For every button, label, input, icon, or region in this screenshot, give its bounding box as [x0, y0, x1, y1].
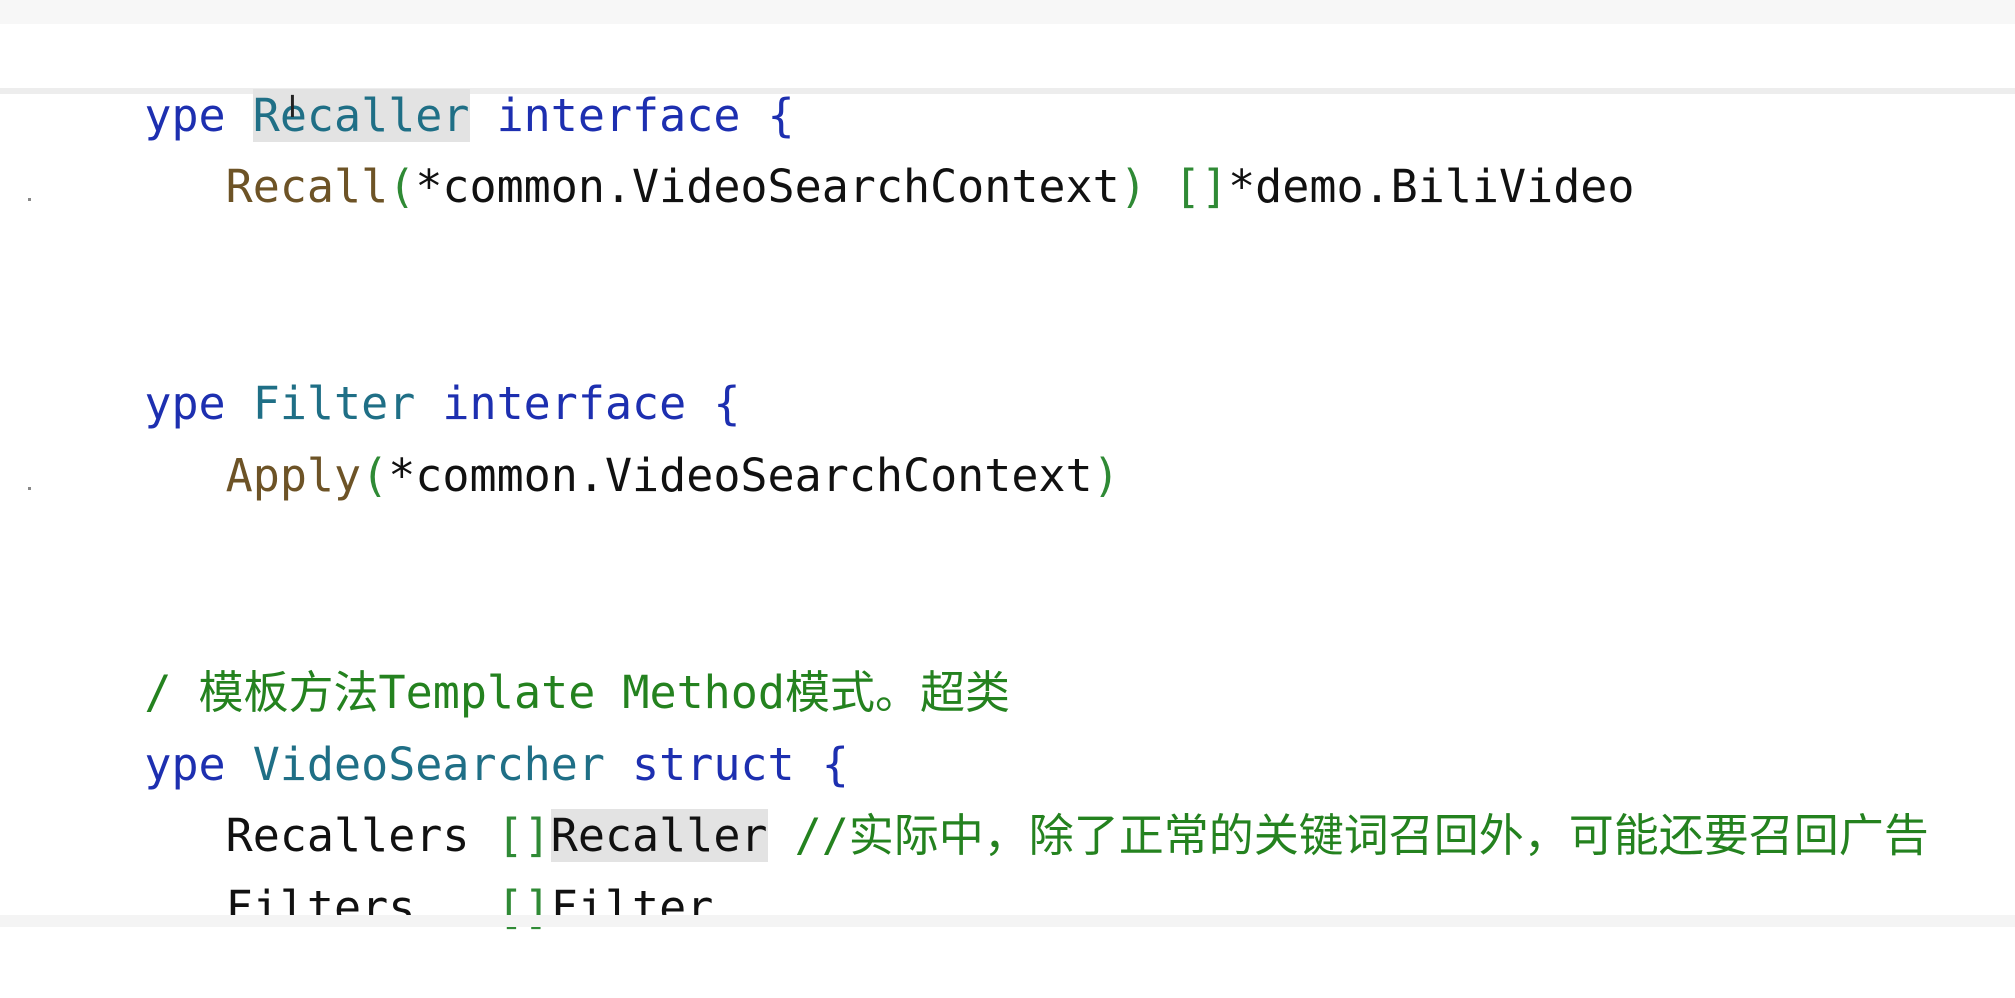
text-cursor-icon: I — [288, 90, 297, 125]
code-token: [] — [1173, 160, 1229, 213]
code-token: Recall — [225, 160, 389, 213]
code-token: ) — [1119, 160, 1147, 213]
code-editor[interactable]: ype Recaller interface { Recall(*common.… — [0, 0, 2015, 934]
code-line-6[interactable]: ype VideoSearcher struct { — [36, 675, 848, 791]
code-token: *common.VideoSearchContext — [388, 449, 1093, 502]
code-token: Apply — [225, 449, 362, 502]
code-line-1[interactable]: ype Recaller interface { — [36, 26, 795, 142]
code-line-8[interactable]: Filters []Filter — [36, 818, 714, 934]
code-comment: //实际中，除了正常的关键词召回外，可能还要召回广告 — [767, 809, 1929, 862]
code-token: ( — [388, 160, 416, 213]
gutter-marker — [28, 487, 31, 490]
code-line-2[interactable]: Recall(*common.VideoSearchContext) []*de… — [36, 97, 1635, 213]
editor-top-edge — [0, 0, 2015, 24]
gutter-marker — [28, 198, 31, 201]
code-line-7[interactable]: Recallers []Recaller //实际中，除了正常的关键词召回外，可… — [36, 746, 1929, 862]
code-token: ( — [361, 449, 389, 502]
code-token: *common.VideoSearchContext — [415, 160, 1120, 213]
code-line-3[interactable]: ype Filter interface { — [36, 314, 740, 430]
code-token: *demo.BiliVideo — [1228, 160, 1635, 213]
code-line-5[interactable]: / 模板方法Template Method模式。超类 — [36, 603, 1010, 719]
code-line-4[interactable]: Apply(*common.VideoSearchContext) — [36, 386, 1120, 502]
code-token: ) — [1092, 449, 1120, 502]
editor-bottom-edge — [0, 915, 2015, 927]
